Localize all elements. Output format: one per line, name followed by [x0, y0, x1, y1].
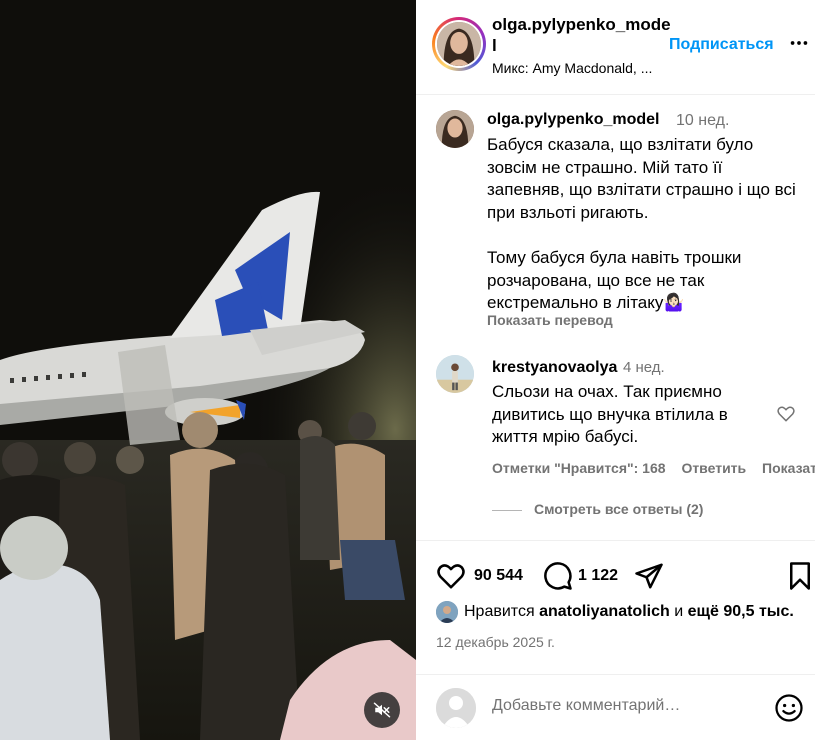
author-photo [437, 22, 481, 66]
comments-count[interactable]: 1 122 [578, 567, 618, 585]
post-date[interactable]: 12 декабрь 2025 г. [436, 634, 555, 650]
muted-speaker-icon [373, 702, 391, 718]
liker-avatar[interactable] [436, 601, 458, 623]
comment-reply-button[interactable]: Ответить [681, 460, 746, 476]
subscribe-button[interactable]: Подписаться [669, 36, 774, 54]
comment-bubble-icon[interactable] [543, 561, 573, 591]
bookmark-icon[interactable] [785, 561, 815, 591]
comment-username[interactable]: krestyanovaolya [492, 359, 617, 377]
liker-photo [436, 601, 458, 623]
author-photo [436, 110, 474, 148]
comment-heart-icon[interactable] [776, 404, 796, 424]
view-replies-button[interactable]: Смотреть все ответы (2) [492, 501, 703, 517]
comment-timestamp[interactable]: 4 нед. [623, 359, 665, 376]
liked-by-user[interactable]: anatoliyanatolich [539, 603, 670, 620]
replies-divider-line [492, 509, 522, 511]
default-user-icon [436, 688, 476, 728]
caption-text: Бабуся сказала, що взлітати було зовсім … [487, 135, 796, 313]
liked-by-conj: и [674, 603, 684, 620]
liked-by-summary: Нравится anatoliyanatolich и ещё 90,5 ты… [436, 601, 815, 623]
liked-by-text: Нравится anatoliyanatolich и ещё 90,5 ты… [464, 603, 794, 621]
author-avatar[interactable] [432, 17, 486, 71]
add-comment-bar [416, 674, 815, 740]
current-user-avatar [436, 688, 476, 728]
comment-text: Сльози на очах. Так приємно дивитись що … [492, 382, 728, 446]
video-frame-airplane-boarding [0, 0, 416, 740]
caption-timestamp[interactable]: 10 нед. [676, 112, 729, 130]
author-username[interactable]: olga.pylypenko_model [492, 14, 672, 56]
caption-username[interactable]: olga.pylypenko_model [487, 111, 659, 129]
music-info[interactable]: Микс: Amy Macdonald, ... [492, 60, 652, 76]
comment-likes-count[interactable]: Отметки "Нравится": 168 [492, 460, 666, 476]
liked-by-others[interactable]: ещё 90,5 тыс. [688, 603, 794, 620]
heart-icon[interactable] [436, 561, 466, 591]
caption-translate-link[interactable]: Показать перевод [487, 312, 613, 328]
smiley-icon[interactable] [774, 693, 804, 723]
comment-input[interactable] [492, 697, 762, 715]
caption-author-avatar[interactable] [436, 110, 474, 148]
share-paper-plane-icon[interactable] [634, 561, 664, 591]
post-header: olga.pylypenko_model Подписаться Микс: A… [416, 0, 815, 95]
commenter-avatar[interactable] [436, 355, 474, 393]
post-actions-bar: 90 544 1 122 Нравится anatoliyanatolich [416, 540, 815, 740]
comment-actions: Отметки "Нравится": 168 Ответить Показат… [492, 460, 815, 476]
commenter-photo [436, 355, 474, 393]
comments-section[interactable]: olga.pylypenko_model 10 нед. Бабуся сказ… [416, 96, 815, 540]
likes-count[interactable]: 90 544 [474, 567, 523, 585]
comment-translate-link[interactable]: Показать перевод [762, 460, 815, 476]
view-replies-label: Смотреть все ответы (2) [534, 501, 704, 517]
reel-video[interactable] [0, 0, 416, 740]
more-dots-icon[interactable] [788, 32, 810, 54]
post-side-panel: olga.pylypenko_model Подписаться Микс: A… [416, 0, 815, 740]
liked-by-prefix: Нравится [464, 603, 535, 620]
mute-toggle-button[interactable] [364, 692, 400, 728]
